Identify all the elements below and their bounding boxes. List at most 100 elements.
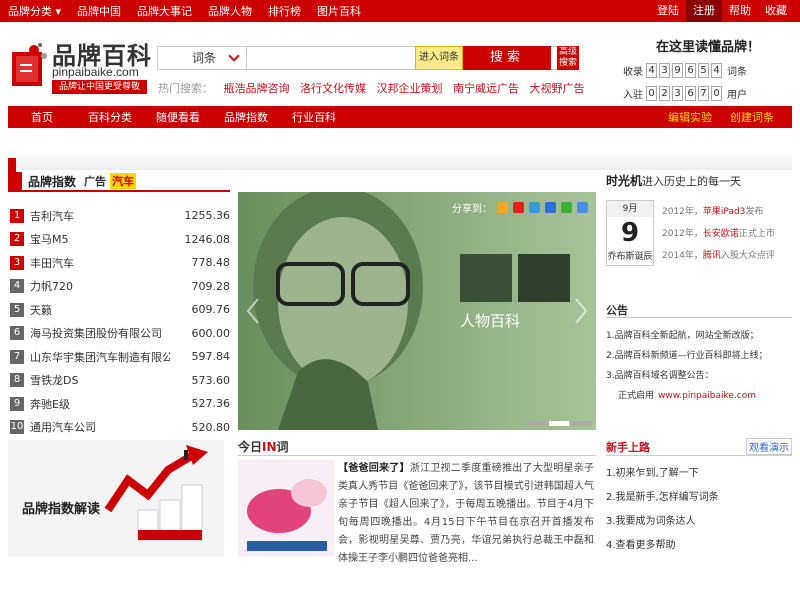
hot-search-link[interactable]: 瓶浩品牌咨询 (224, 82, 290, 95)
hot-search-link[interactable]: 洛行文化传媒 (300, 82, 366, 95)
feature-slider[interactable]: 分享到： 人物百科 (238, 192, 596, 430)
top-nav-people[interactable]: 品牌人物 (208, 3, 252, 19)
notice-item[interactable]: 2.品牌百科新频道—行业百科即将上线； (606, 346, 792, 366)
event-year: 2012年， (662, 229, 703, 239)
more-share-icon[interactable] (577, 202, 588, 213)
hot-search-link[interactable]: 大视野广告 (530, 82, 585, 95)
brand-index-row[interactable]: 6 海马投资集团股份有限公司 600.00 (8, 322, 230, 346)
nav-industry[interactable]: 行业百科 (280, 109, 348, 125)
hot-search-link[interactable]: 南宁威远广告 (453, 82, 519, 95)
show-poster-image (239, 461, 333, 555)
top-nav-images[interactable]: 图片百科 (317, 3, 361, 19)
show-thumbnail[interactable] (238, 460, 334, 556)
watch-demo-button[interactable]: 观看演示 (746, 438, 792, 455)
hot-search-label: 热门搜索： (158, 82, 213, 95)
brand-index-row[interactable]: 2 宝马M5 1246.08 (8, 228, 230, 252)
counter-title: 在这里读懂品牌！ (655, 40, 760, 55)
nav-home[interactable]: 首页 (8, 109, 76, 125)
top-nav-events[interactable]: 品牌大事记 (137, 3, 192, 19)
brand-index-row[interactable]: 1 吉利汽车 1255.36 (8, 204, 230, 228)
renren-icon[interactable] (545, 202, 556, 213)
slider-dot[interactable] (526, 421, 546, 426)
brand-index-row[interactable]: 8 雪铁龙DS 573.60 (8, 369, 230, 393)
brand-index-value: 527.36 (191, 397, 231, 411)
wechat-icon[interactable] (561, 202, 572, 213)
newbie-item[interactable]: 4.查看更多帮助 (606, 534, 792, 558)
share-label: 分享到： (452, 204, 492, 215)
digit: 0 (711, 86, 722, 101)
notice-url[interactable]: www.pinpaibaike.com (658, 391, 756, 401)
slider-dot[interactable] (572, 421, 592, 426)
newbie-item[interactable]: 3.我要成为词条达人 (606, 510, 792, 534)
rank-badge: 8 (10, 373, 24, 388)
chevron-down-icon (228, 50, 240, 62)
brand-name[interactable]: 奔驰E级 (30, 396, 170, 412)
brand-index-row[interactable]: 10 通用汽车公司 520.80 (8, 416, 230, 440)
top-nav-china[interactable]: 品牌中国 (77, 3, 121, 19)
search-type-select[interactable]: 词条 (157, 46, 247, 70)
top-nav-category[interactable]: 品牌分类 ▾ (8, 3, 61, 19)
event-link[interactable]: 苹果iPad3 (703, 207, 745, 217)
next-arrow-icon[interactable] (574, 297, 588, 325)
brand-name[interactable]: 天籁 (30, 302, 170, 318)
rank-badge: 5 (10, 302, 24, 317)
stats-counter: 在这里读懂品牌！ 收录 4 3 9 6 5 4 词条 入驻 0 2 3 6 7 … (620, 36, 796, 101)
account-links: 登陆 注册 帮助 收藏 (650, 0, 794, 22)
rank-badge: 4 (10, 279, 24, 294)
slider-dot[interactable] (549, 421, 569, 426)
rank-badge: 1 (10, 208, 24, 223)
brand-index-row[interactable]: 5 天籁 609.76 (8, 298, 230, 322)
weibo-icon[interactable] (513, 202, 524, 213)
hot-search-link[interactable]: 汉邦企业策划 (377, 82, 443, 95)
article-headline[interactable]: 【爸爸回来了】 (338, 463, 410, 474)
site-logo[interactable]: 品牌百科 pinpaibaike.com 品牌让中国更受尊敬 (8, 30, 151, 100)
brand-name[interactable]: 通用汽车公司 (30, 419, 170, 435)
prev-arrow-icon[interactable] (246, 297, 260, 325)
advanced-search-button[interactable]: 高级搜索 (557, 46, 579, 70)
brand-index-banner[interactable]: 品牌指数解读 (8, 440, 224, 557)
newbie-item[interactable]: 2.我是新手,怎样编写词条 (606, 486, 792, 510)
brand-name[interactable]: 山东华宇集团汽车制造有限公司 (30, 349, 170, 365)
tqq-icon[interactable] (529, 202, 540, 213)
top-nav-rankings[interactable]: 排行榜 (268, 3, 301, 19)
top-bar: 品牌分类 ▾ 品牌中国 品牌大事记 品牌人物 排行榜 图片百科 登陆 注册 帮助… (0, 0, 800, 22)
brand-name[interactable]: 力帆720 (30, 278, 170, 294)
rank-badge: 3 (10, 255, 24, 270)
newbie-item[interactable]: 1.初来乍到,了解一下 (606, 462, 792, 486)
event-link[interactable]: 腾讯 (703, 251, 721, 261)
brand-index-row[interactable]: 3 丰田汽车 778.48 (8, 251, 230, 275)
digit: 7 (698, 86, 709, 101)
search-button[interactable]: 搜索 (463, 46, 551, 70)
brand-index-row[interactable]: 9 奔驰E级 527.36 (8, 392, 230, 416)
help-link[interactable]: 帮助 (722, 0, 758, 22)
brand-name[interactable]: 丰田汽车 (30, 255, 170, 271)
edit-lab-link[interactable]: 编辑实验 (668, 109, 712, 125)
favorite-link[interactable]: 收藏 (758, 0, 794, 22)
brand-name[interactable]: 吉利汽车 (30, 208, 170, 224)
date-event-name[interactable]: 乔布斯诞辰 (607, 249, 653, 262)
date-card: 9月 9 乔布斯诞辰 (606, 200, 654, 266)
timeline-event: 2014年，腾讯入股大众点评 (662, 248, 775, 261)
notice-item[interactable]: 3.品牌百科域名调整公告： (606, 366, 792, 386)
brand-index-row[interactable]: 4 力帆720 709.28 (8, 275, 230, 299)
nav-brand-index[interactable]: 品牌指数 (212, 109, 280, 125)
brand-index-row[interactable]: 7 山东华宇集团汽车制造有限公司 597.84 (8, 345, 230, 369)
enter-entry-button[interactable]: 进入词条 (415, 46, 463, 70)
create-entry-link[interactable]: 创建词条 (730, 109, 774, 125)
notice-panel: 公告 1.品牌百科全新起航，网站全新改版； 2.品牌百科新频道—行业百科即将上线… (606, 302, 792, 406)
brand-name[interactable]: 雪铁龙DS (30, 372, 170, 388)
qzone-icon[interactable] (497, 202, 508, 213)
brand-index-value: 609.76 (191, 303, 231, 317)
login-link[interactable]: 登陆 (650, 0, 686, 22)
notice-item[interactable]: 1.品牌百科全新起航，网站全新改版； (606, 326, 792, 346)
event-text: 入股大众点评 (720, 251, 775, 261)
nav-random[interactable]: 随便看看 (144, 109, 212, 125)
rank-badge: 2 (10, 232, 24, 247)
register-link[interactable]: 注册 (686, 0, 722, 22)
users-unit: 用户 (727, 90, 747, 101)
nav-categories[interactable]: 百科分类 (76, 109, 144, 125)
brand-name[interactable]: 宝马M5 (30, 231, 170, 247)
category-tag[interactable]: 汽车 (110, 173, 137, 189)
brand-name[interactable]: 海马投资集团股份有限公司 (30, 325, 170, 341)
event-link[interactable]: 长安欧诺 (703, 229, 739, 239)
